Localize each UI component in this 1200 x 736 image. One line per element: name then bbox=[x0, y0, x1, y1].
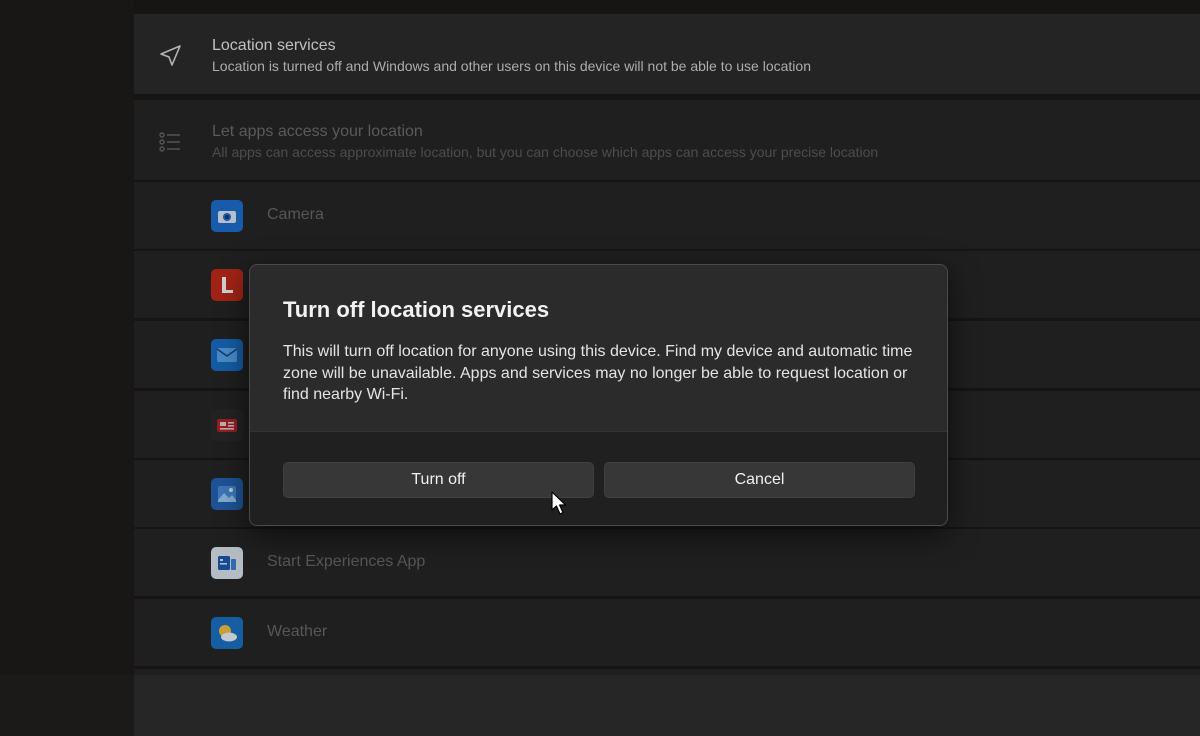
app-row-partial bbox=[134, 669, 1200, 736]
turn-off-location-dialog: Turn off location services This will tur… bbox=[249, 264, 948, 526]
mouse-pointer-icon bbox=[551, 491, 569, 517]
dialog-title: Turn off location services bbox=[283, 297, 550, 322]
dialog-footer: Turn off Cancel bbox=[250, 431, 947, 525]
dialog-body: This will turn off location for anyone u… bbox=[283, 343, 913, 403]
cancel-button[interactable]: Cancel bbox=[604, 462, 915, 498]
turn-off-button[interactable]: Turn off bbox=[283, 462, 594, 498]
